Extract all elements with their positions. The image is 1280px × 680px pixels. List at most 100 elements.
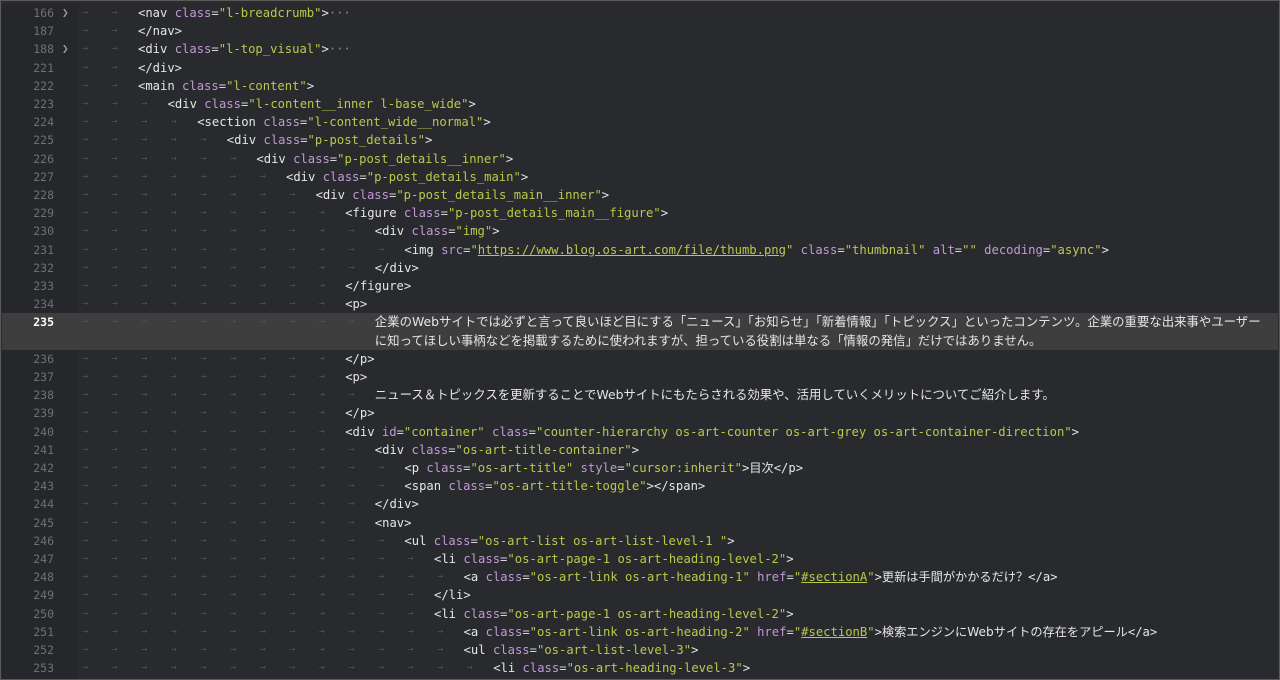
code-line[interactable]: 232 → → → → → → → → → → </div> (2, 259, 1278, 277)
code-text[interactable]: <img src="https://www.blog.os-art.com/fi… (404, 241, 1109, 259)
code-line[interactable]: 244 → → → → → → → → → → </div> (2, 495, 1278, 513)
code-line[interactable]: 245 → → → → → → → → → → <nav> (2, 514, 1278, 532)
line-number: 237 (33, 370, 54, 384)
code-text[interactable]: ニュース＆トピックスを更新することでWebサイトにもたらされる効果や、活用してい… (375, 386, 1055, 404)
line-number: 166 (33, 6, 54, 20)
line-number: 249 (33, 588, 54, 603)
line-number: 242 (33, 461, 54, 475)
code-editor[interactable]: 166 ❯ → → <nav class="l-breadcrumb">··· 187 → →… (2, 4, 1278, 679)
code-text[interactable]: </nav> (138, 22, 182, 40)
code-line[interactable]: 247 → → → → → → → → → → → → <li class="os-art-page-1 … (2, 550, 1278, 568)
code-text[interactable]: <main class="l-content"> (138, 77, 314, 95)
code-text[interactable]: <p> (345, 295, 367, 313)
code-line[interactable]: 252 → → → → → → → → → → → → → <ul class="os-art-list-l… (2, 641, 1278, 659)
code-line[interactable]: 221 → → </div> (2, 59, 1278, 77)
code-line[interactable]: 249 → → → → → → → → → → → → </li> (2, 586, 1278, 604)
code-line[interactable]: 242 → → → → → → → → → → → <p class="os-art-title" st… (2, 459, 1278, 477)
code-line[interactable]: 187 → → </nav> (2, 22, 1278, 40)
code-line[interactable]: 236 → → → → → → → → → </p> (2, 350, 1278, 368)
line-number: 188 (33, 42, 54, 57)
line-number: 187 (33, 24, 54, 39)
code-text[interactable]: </p> (345, 350, 374, 368)
screenshot-frame: 166 ❯ → → <nav class="l-breadcrumb">··· 187 → →… (0, 0, 1280, 680)
line-number: 234 (33, 297, 54, 312)
line-number: 246 (33, 533, 54, 548)
line-number: 233 (33, 279, 54, 293)
code-line[interactable]: 222 → → <main class="l-content"> (2, 77, 1278, 95)
code-line[interactable]: 237 → → → → → → → → → <p> (2, 368, 1278, 386)
code-text[interactable]: <div id="container" class="counter-hiera… (345, 423, 1079, 441)
code-text[interactable]: <div class="os-art-title-container"> (375, 441, 639, 459)
code-text[interactable]: </figure> (345, 277, 411, 295)
code-text[interactable]: <li class="os-art-page-1 os-art-heading-… (434, 550, 794, 568)
code-line[interactable]: 229 → → → → → → → → → <figure class="p-post_detail… (2, 204, 1278, 222)
line-number: 248 (33, 570, 54, 585)
code-text[interactable]: </p> (345, 404, 374, 422)
code-text[interactable]: <div class="p-post_details"> (227, 131, 432, 149)
code-line[interactable]: 246 → → → → → → → → → → → <ul class="os-art-list os-… (2, 532, 1278, 550)
code-line[interactable]: 223 → → → <div class="l-content__inner l-bas… (2, 95, 1278, 113)
code-text[interactable]: </div> (375, 495, 419, 513)
line-number: 231 (33, 242, 54, 257)
code-line[interactable]: 248 → → → → → → → → → → → → → <a class="os-art-link os… (2, 568, 1278, 586)
code-line[interactable]: 233 → → → → → → → → → </figure> (2, 277, 1278, 295)
line-number: 240 (33, 424, 54, 439)
code-text[interactable]: <ul class="os-art-list os-art-list-level… (404, 532, 734, 550)
code-text[interactable]: </div> (138, 59, 182, 77)
code-line[interactable]: 224 → → → → <section class="l-content_wide__n… (2, 113, 1278, 131)
code-line-active[interactable]: 235 → → → → → → → → → → 企業のWebサイトでは必ずと言って良いほど目にする「ニ… (2, 313, 1278, 350)
code-line[interactable]: 238 → → → → → → → → → → ニュース＆トピックスを更新することでWebサイトにもた… (2, 386, 1278, 404)
code-line[interactable]: 234 → → → → → → → → → <p> (2, 295, 1278, 313)
code-text[interactable]: <div class="img"> (375, 222, 500, 240)
code-line[interactable]: 239 → → → → → → → → → </p> (2, 404, 1278, 422)
line-number: 245 (33, 515, 54, 530)
code-line[interactable]: 231 → → → → → → → → → → → <img src="https://www.blog… (2, 241, 1278, 259)
line-number: 244 (33, 497, 54, 512)
code-text[interactable]: <figure class="p-post_details_main__figu… (345, 204, 668, 222)
code-line[interactable]: 241 → → → → → → → → → → <div class="os-art-title-co… (2, 441, 1278, 459)
code-text[interactable]: <li class="os-art-heading-level-3"> (493, 659, 750, 677)
line-number: 229 (33, 206, 54, 221)
code-line[interactable]: 243 → → → → → → → → → → → <span class="os-art-title-… (2, 477, 1278, 495)
code-line[interactable]: 227 → → → → → → → <div class="p-post_details_mai… (2, 168, 1278, 186)
code-text[interactable]: <a class="os-art-link os-art-heading-2" … (464, 623, 1158, 641)
line-number: 230 (33, 224, 54, 239)
code-text[interactable]: <div class="l-content__inner l-base_wide… (168, 95, 476, 113)
line-number: 253 (33, 661, 54, 676)
line-number: 222 (33, 78, 54, 93)
line-number: 247 (33, 552, 54, 566)
code-text[interactable]: <nav class="l-breadcrumb">··· (138, 4, 351, 22)
code-text[interactable]: <li class="os-art-page-1 os-art-heading-… (434, 605, 794, 623)
code-text[interactable]: </li> (434, 586, 471, 604)
code-text[interactable]: <div class="p-post_details_main"> (286, 168, 528, 186)
line-number: 228 (33, 188, 54, 202)
code-line[interactable]: 166 ❯ → → <nav class="l-breadcrumb">··· (2, 4, 1278, 22)
code-text[interactable]: <div class="p-post_details_main__inner"> (316, 186, 610, 204)
code-line[interactable]: 228 → → → → → → → → <div class="p-post_details_ma… (2, 186, 1278, 204)
code-text[interactable]: <p class="os-art-title" style="cursor:in… (404, 459, 803, 477)
code-line[interactable]: 251 → → → → → → → → → → → → → <a class="os-art-link os… (2, 623, 1278, 641)
code-line[interactable]: 250 → → → → → → → → → → → → <li class="os-art-page-1 … (2, 605, 1278, 623)
code-text[interactable]: <p> (345, 368, 367, 386)
line-number: 252 (33, 643, 54, 657)
code-text[interactable]: <nav> (375, 514, 412, 532)
code-text[interactable]: <ul class="os-art-list-level-3"> (464, 641, 699, 659)
line-number: 250 (33, 606, 54, 621)
code-line[interactable]: 226 → → → → → → <div class="p-post_details__inn… (2, 150, 1278, 168)
code-line[interactable]: 240 → → → → → → → → → <div id="container" class="c… (2, 423, 1278, 441)
fold-chevron-icon[interactable]: ❯ (62, 4, 69, 22)
code-text[interactable]: <span class="os-art-title-toggle"></span… (404, 477, 705, 495)
line-number: 235 (33, 315, 54, 330)
code-text[interactable]: 企業のWebサイトでは必ずと言って良いほど目にする「ニュース」「お知らせ」「新着… (375, 313, 1265, 349)
fold-chevron-icon[interactable]: ❯ (62, 40, 69, 58)
line-number: 251 (33, 624, 54, 639)
code-line[interactable]: 230 → → → → → → → → → → <div class="img"> (2, 222, 1278, 240)
code-text[interactable]: <section class="l-content_wide__normal"> (197, 113, 491, 131)
code-text[interactable]: <div class="p-post_details__inner"> (256, 150, 513, 168)
code-text[interactable]: <div class="l-top_visual">··· (138, 40, 351, 58)
code-text[interactable]: <a class="os-art-link os-art-heading-1" … (464, 568, 1058, 586)
code-line[interactable]: 225 → → → → → <div class="p-post_details"> (2, 131, 1278, 149)
code-text[interactable]: </div> (375, 259, 419, 277)
code-line[interactable]: 253 → → → → → → → → → → → → → → <li class="os-art-headi… (2, 659, 1278, 677)
code-line[interactable]: 188 ❯ → → <div class="l-top_visual">··· (2, 40, 1278, 58)
